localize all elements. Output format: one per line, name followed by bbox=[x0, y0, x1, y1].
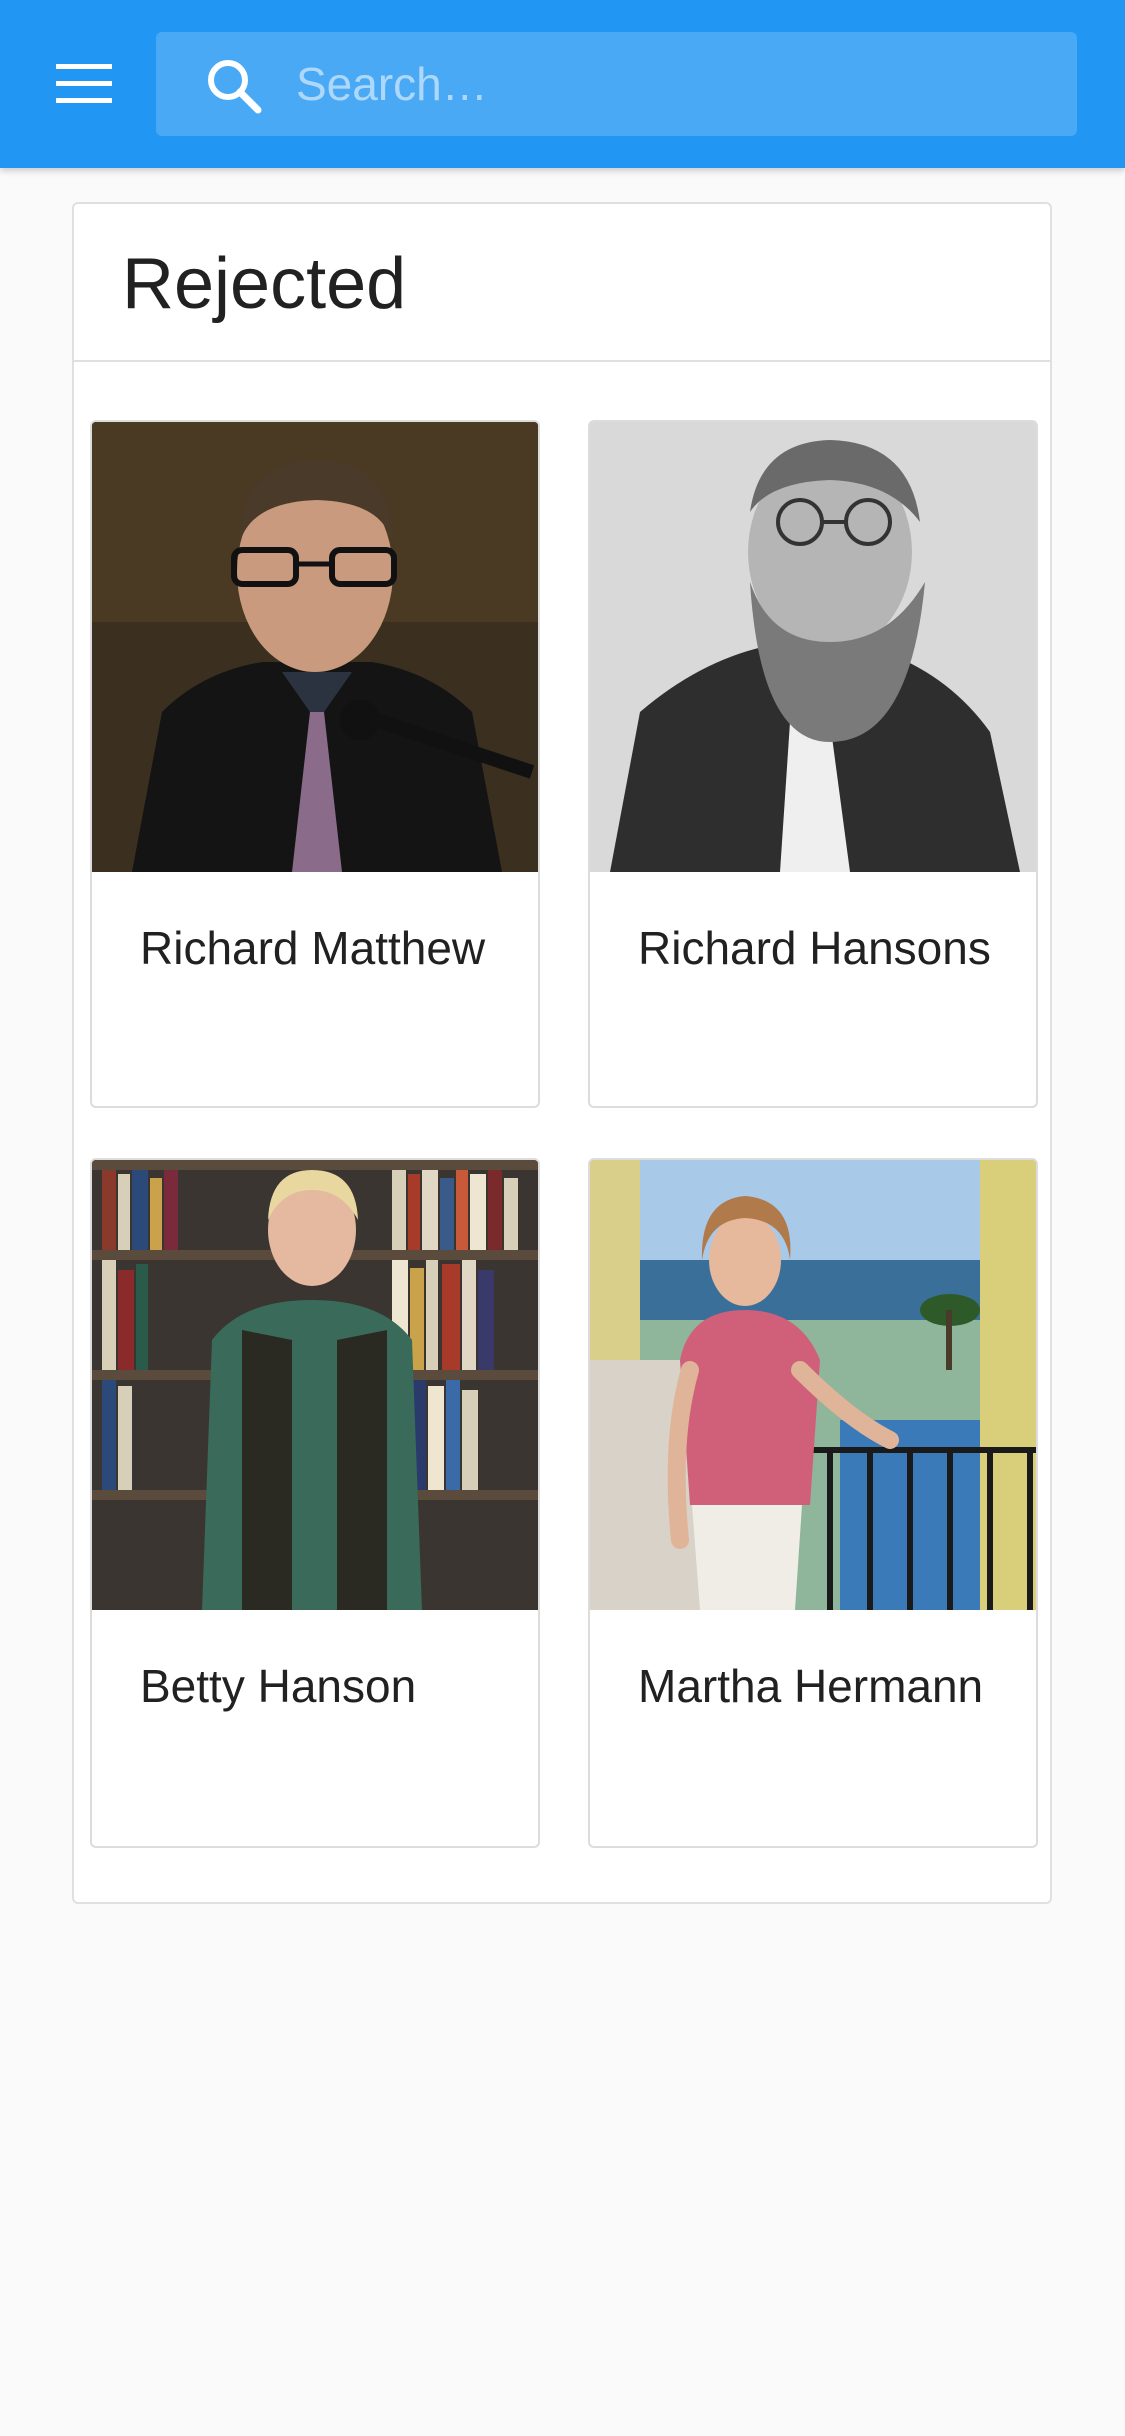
person-name: Martha Hermann bbox=[638, 1660, 984, 1712]
search-input[interactable] bbox=[296, 32, 1056, 136]
app-bar bbox=[0, 0, 1125, 168]
rejected-panel: Rejected Richard Matthew Richard Hansons… bbox=[72, 202, 1052, 1904]
person-photo bbox=[92, 422, 538, 872]
person-name: Richard Matthew bbox=[140, 922, 486, 974]
search-box[interactable] bbox=[156, 32, 1077, 136]
menu-button[interactable] bbox=[36, 42, 132, 126]
person-photo bbox=[590, 422, 1036, 872]
person-name: Richard Hansons bbox=[638, 922, 991, 974]
person-card[interactable]: Richard Matthew bbox=[90, 420, 540, 1108]
person-card[interactable]: Richard Hansons bbox=[588, 420, 1038, 1108]
person-card[interactable]: Martha Hermann bbox=[588, 1158, 1038, 1848]
person-photo bbox=[92, 1160, 538, 1610]
person-name: Betty Hanson bbox=[140, 1660, 417, 1712]
person-card[interactable]: Betty Hanson bbox=[90, 1158, 540, 1848]
person-photo bbox=[590, 1160, 1036, 1610]
section-title: Rejected bbox=[122, 244, 407, 324]
search-icon bbox=[208, 60, 262, 114]
section-divider bbox=[74, 360, 1050, 362]
hamburger-menu-icon bbox=[56, 64, 112, 103]
